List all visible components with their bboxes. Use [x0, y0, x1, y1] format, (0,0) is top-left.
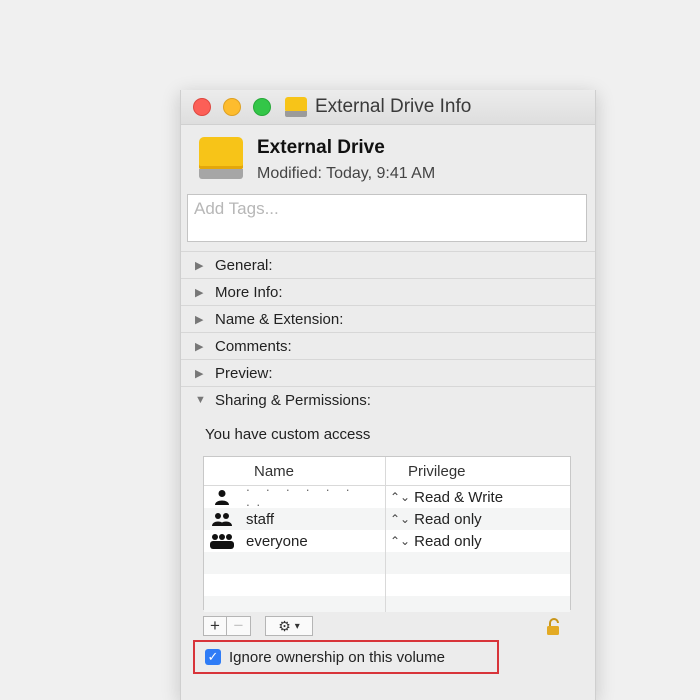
table-row[interactable]: everyone ⌃⌄ Read only — [204, 530, 570, 552]
section-label: Sharing & Permissions: — [215, 391, 371, 409]
section-label: More Info: — [215, 283, 283, 301]
modified-date: Modified: Today, 9:41 AM — [257, 165, 436, 182]
popup-arrows-icon[interactable]: ⌃⌄ — [390, 512, 410, 526]
item-header: External Drive Modified: Today, 9:41 AM — [181, 125, 595, 193]
everyone-icon — [204, 533, 240, 549]
gear-icon: ⚙ — [278, 617, 291, 634]
column-header-name[interactable]: Name — [204, 457, 386, 485]
section-preview[interactable]: ▶ Preview: — [181, 359, 595, 386]
disclosure-triangle-open-icon[interactable]: ▼ — [195, 394, 209, 406]
user-icon — [204, 489, 240, 505]
section-label: Comments: — [215, 337, 292, 355]
section-general[interactable]: ▶ General: — [181, 251, 595, 278]
remove-user-button[interactable]: − — [227, 616, 251, 636]
privilege-value[interactable]: Read only — [414, 511, 482, 528]
zoom-button[interactable] — [253, 98, 271, 116]
section-sharing-permissions[interactable]: ▼ Sharing & Permissions: — [181, 386, 595, 413]
ignore-ownership-checkbox[interactable]: ✓ — [205, 649, 221, 665]
drive-icon — [285, 97, 307, 117]
permissions-table: Name Privilege · · · · · · ·· ⌃⌄ Read & … — [203, 456, 571, 612]
popup-arrows-icon[interactable]: ⌃⌄ — [390, 490, 410, 504]
drive-icon — [199, 137, 243, 181]
add-user-button[interactable]: + — [203, 616, 227, 636]
user-name: staff — [246, 510, 275, 528]
action-menu-button[interactable]: ⚙ ▾ — [265, 616, 313, 636]
disclosure-triangle-icon[interactable]: ▶ — [195, 286, 209, 299]
access-note: You have custom access — [205, 426, 371, 443]
section-label: Preview: — [215, 364, 273, 382]
tags-field[interactable] — [187, 194, 587, 242]
section-comments[interactable]: ▶ Comments: — [181, 332, 595, 359]
column-header-privilege[interactable]: Privilege — [386, 457, 570, 485]
section-more-info[interactable]: ▶ More Info: — [181, 278, 595, 305]
close-button[interactable] — [193, 98, 211, 116]
user-name: everyone — [246, 532, 308, 550]
checkmark-icon: ✓ — [207, 649, 219, 664]
table-row-empty — [204, 552, 570, 574]
popup-arrows-icon[interactable]: ⌃⌄ — [390, 534, 410, 548]
info-window: External Drive Info External Drive Modif… — [180, 90, 596, 700]
privilege-value[interactable]: Read only — [414, 533, 482, 550]
disclosure-triangle-icon[interactable]: ▶ — [195, 340, 209, 353]
disclosure-triangle-icon[interactable]: ▶ — [195, 313, 209, 326]
table-row[interactable]: staff ⌃⌄ Read only — [204, 508, 570, 530]
minimize-button[interactable] — [223, 98, 241, 116]
section-name-extension[interactable]: ▶ Name & Extension: — [181, 305, 595, 332]
table-row-empty — [204, 574, 570, 596]
title-bar[interactable]: External Drive Info — [181, 90, 595, 125]
disclosure-triangle-icon[interactable]: ▶ — [195, 367, 209, 380]
privilege-value[interactable]: Read & Write — [414, 489, 503, 506]
lock-icon[interactable] — [545, 618, 563, 636]
ignore-ownership-label[interactable]: Ignore ownership on this volume — [229, 649, 445, 666]
ignore-ownership-highlight: ✓ Ignore ownership on this volume — [193, 640, 499, 674]
chevron-down-icon: ▾ — [294, 620, 300, 632]
info-sections: ▶ General: ▶ More Info: ▶ Name & Extensi… — [181, 251, 595, 413]
group-icon — [204, 512, 240, 526]
section-label: Name & Extension: — [215, 310, 344, 328]
table-row[interactable]: · · · · · · ·· ⌃⌄ Read & Write — [204, 482, 570, 512]
section-label: General: — [215, 256, 273, 274]
disclosure-triangle-icon[interactable]: ▶ — [195, 259, 209, 272]
table-row-empty — [204, 596, 570, 612]
tags-input[interactable] — [188, 195, 580, 223]
window-title: External Drive Info — [315, 96, 472, 117]
permissions-toolbar: + − ⚙ ▾ — [203, 616, 313, 636]
item-name: External Drive — [257, 137, 385, 158]
